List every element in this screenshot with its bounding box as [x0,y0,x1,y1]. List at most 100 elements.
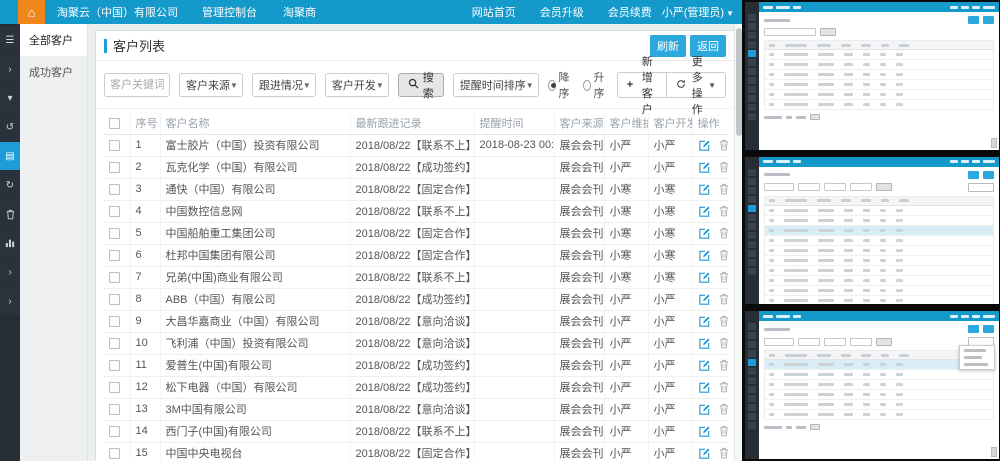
edit-icon[interactable] [698,271,711,284]
delete-icon[interactable] [719,227,729,239]
row-checkbox[interactable] [109,338,120,349]
table-row[interactable]: 6 杜邦中国集团有限公司 2018/08/22【固定合作】 展会会刊 小寒 小寒 [104,244,728,266]
table-row[interactable]: 7 兄弟(中国)商业有限公司 2018/08/22【联系不上】 展会会刊 小寒 … [104,266,728,288]
more-actions-button[interactable]: 更多操作▼ [666,72,726,98]
develop-select[interactable]: 客户开发▼ [325,73,389,97]
row-checkbox[interactable] [109,294,120,305]
redo-icon[interactable]: ↻ [0,171,20,199]
chevron-right-icon-2[interactable]: › [0,258,20,286]
table-row[interactable]: 5 中国船舶重工集团公司 2018/08/22【固定合作】 展会会刊 小寒 小寒 [104,222,728,244]
row-checkbox[interactable] [109,448,120,459]
table-row[interactable]: 11 爱普生(中国)有限公司 2018/08/22【成功签约】 展会会刊 小严 … [104,354,728,376]
trash-icon[interactable] [0,200,20,228]
sort-asc-radio[interactable]: 升序 [583,69,608,101]
user-menu[interactable]: 小严(管理员)▼ [662,4,734,20]
delete-icon[interactable] [719,183,729,195]
edit-icon[interactable] [698,425,711,438]
search-button[interactable]: 搜索 [398,73,444,97]
edit-icon[interactable] [698,249,711,262]
source-select[interactable]: 客户来源▼ [179,73,243,97]
chevron-down-icon[interactable]: ▾ [0,84,20,112]
submenu-item[interactable]: 全部客户 [20,24,87,56]
column-header: 客户来源 [554,113,604,134]
cell-index: 5 [130,222,160,244]
edit-icon[interactable] [698,403,711,416]
delete-icon[interactable] [719,205,729,217]
select-all-checkbox[interactable] [109,118,120,129]
row-checkbox[interactable] [109,360,120,371]
table-row[interactable]: 14 西门子(中国)有限公司 2018/08/22【联系不上】 展会会刊 小严 … [104,420,728,442]
row-checkbox[interactable] [109,272,120,283]
table-row[interactable]: 1 富士胶片（中国）投资有限公司 2018/08/22【联系不上】 2018-0… [104,134,728,156]
delete-icon[interactable] [719,271,729,283]
row-checkbox[interactable] [109,382,120,393]
cell-source: 展会会刊 [554,398,604,420]
screenshot-thumbnail-3 [745,311,999,459]
table-row[interactable]: 4 中国数控信息网 2018/08/22【联系不上】 展会会刊 小寒 小寒 [104,200,728,222]
delete-icon[interactable] [719,425,729,437]
row-checkbox[interactable] [109,140,120,151]
delete-icon[interactable] [719,381,729,393]
edit-icon[interactable] [698,337,711,350]
cell-followup-record: 2018/08/22【联系不上】 [350,420,474,442]
table-row[interactable]: 2 瓦克化学（中国）有限公司 2018/08/22【成功签约】 展会会刊 小严 … [104,156,728,178]
chevron-right-icon-3[interactable]: › [0,287,20,315]
edit-icon[interactable] [698,139,711,152]
delete-icon[interactable] [719,359,729,371]
row-checkbox[interactable] [109,228,120,239]
edit-icon[interactable] [698,381,711,394]
delete-icon[interactable] [719,161,729,173]
delete-icon[interactable] [719,249,729,261]
main-scrollbar[interactable] [734,24,742,461]
keyword-input[interactable] [104,73,170,97]
scrollbar-thumb[interactable] [736,28,742,136]
table-row[interactable]: 3 通快（中国）有限公司 2018/08/22【固定合作】 展会会刊 小寒 小寒 [104,178,728,200]
followup-select[interactable]: 跟进情况▼ [252,73,316,97]
sort-desc-radio[interactable]: 降序 [548,69,573,101]
topnav-right-item-3[interactable]: 会员续费 [608,4,652,20]
row-checkbox[interactable] [109,206,120,217]
table-row[interactable]: 8 ABB（中国）有限公司 2018/08/22【成功签约】 展会会刊 小严 小… [104,288,728,310]
delete-icon[interactable] [719,447,729,459]
topnav-left-item-1[interactable]: 管理控制台 [202,4,257,20]
delete-icon[interactable] [719,315,729,327]
stats-icon[interactable] [0,229,20,257]
edit-icon[interactable] [698,315,711,328]
row-checkbox[interactable] [109,426,120,437]
table-row[interactable]: 10 飞利浦（中国）投资有限公司 2018/08/22【意向洽谈】 展会会刊 小… [104,332,728,354]
cell-customer-name: 瓦克化学（中国）有限公司 [160,156,350,178]
topnav-left-item-2[interactable]: 淘聚商 [283,4,316,20]
table-row[interactable]: 13 3M中国有限公司 2018/08/22【意向洽谈】 展会会刊 小严 小严 [104,398,728,420]
submenu-item[interactable]: 成功客户 [20,56,87,88]
table-row[interactable]: 12 松下电器（中国）有限公司 2018/08/22【成功签约】 展会会刊 小严… [104,376,728,398]
topnav-right-item-1[interactable]: 网站首页 [472,4,516,20]
chevron-right-icon[interactable]: › [0,55,20,83]
edit-icon[interactable] [698,205,711,218]
edit-icon[interactable] [698,227,711,240]
delete-icon[interactable] [719,403,729,415]
menu-icon[interactable]: ☰ [0,26,20,54]
edit-icon[interactable] [698,293,711,306]
cell-remind-time: 2018-08-23 00:00 [474,134,554,156]
edit-icon[interactable] [698,447,711,460]
add-customer-button[interactable]: +新增客户 [617,72,668,98]
delete-icon[interactable] [719,139,729,151]
row-checkbox[interactable] [109,250,120,261]
edit-icon[interactable] [698,359,711,372]
home-icon[interactable]: ⌂ [18,0,45,24]
topnav-right-item-2[interactable]: 会员升级 [540,4,584,20]
edit-icon[interactable] [698,183,711,196]
remind-sort-select[interactable]: 提醒时间排序▼ [453,73,539,97]
row-checkbox[interactable] [109,184,120,195]
table-row[interactable]: 9 大昌华嘉商业（中国）有限公司 2018/08/22【意向洽谈】 展会会刊 小… [104,310,728,332]
row-checkbox[interactable] [109,404,120,415]
customer-list-icon[interactable]: ▤ [0,142,20,170]
edit-icon[interactable] [698,161,711,174]
cell-source: 展会会刊 [554,310,604,332]
delete-icon[interactable] [719,293,729,305]
history-icon[interactable]: ↺ [0,113,20,141]
row-checkbox[interactable] [109,316,120,327]
delete-icon[interactable] [719,337,729,349]
row-checkbox[interactable] [109,162,120,173]
table-row[interactable]: 15 中国中央电视台 2018/08/22【固定合作】 展会会刊 小严 小严 [104,442,728,461]
